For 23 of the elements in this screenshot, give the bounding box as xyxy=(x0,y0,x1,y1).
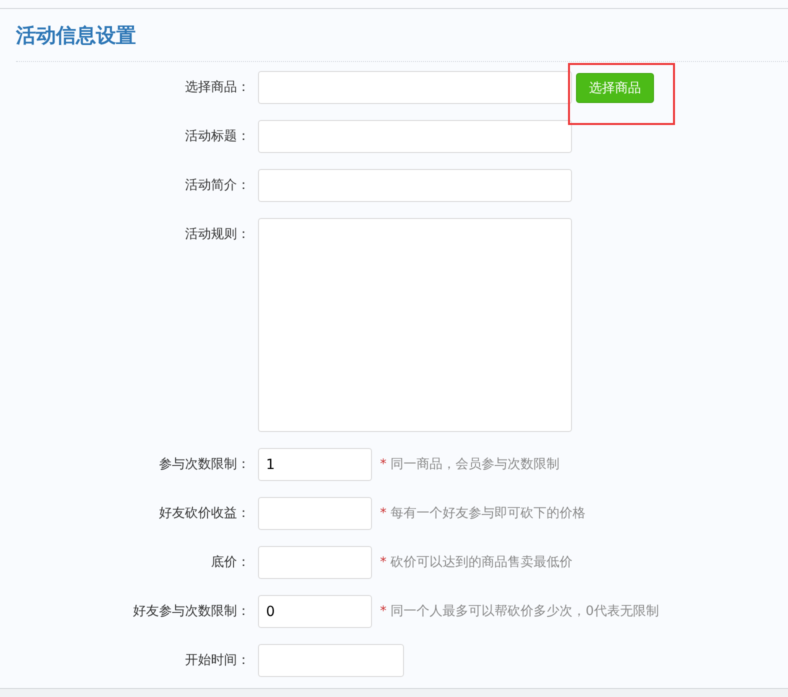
field-label: 好友砍价收益： xyxy=(158,505,251,523)
hint-text: * 同一商品，会员参与次数限制 xyxy=(380,456,560,474)
input-field[interactable] xyxy=(258,71,572,104)
hint-text: * 每有一个好友参与即可砍下的价格 xyxy=(380,505,586,523)
input-field[interactable] xyxy=(258,497,372,530)
input-field[interactable] xyxy=(258,169,572,202)
input-field[interactable] xyxy=(258,644,404,677)
field-label: 活动规则： xyxy=(184,226,251,244)
field-label: 活动简介： xyxy=(184,177,251,195)
input-field[interactable]: 1 xyxy=(258,448,372,481)
section-title: 活动信息设置 xyxy=(16,22,136,48)
hint-text: * 同一个人最多可以帮砍价多少次，0代表无限制 xyxy=(380,603,659,621)
field-label: 好友参与次数限制： xyxy=(132,603,251,621)
text-area[interactable] xyxy=(258,218,572,432)
field-label: 活动标题： xyxy=(184,128,251,146)
field-label: 参与次数限制： xyxy=(158,456,251,474)
field-label: 底价： xyxy=(210,554,251,572)
input-field[interactable]: 0 xyxy=(258,595,372,628)
field-label: 开始时间： xyxy=(184,652,251,670)
field-label: 选择商品： xyxy=(184,79,251,97)
hint-text: * 砍价可以达到的商品售卖最低价 xyxy=(380,554,573,572)
input-field[interactable] xyxy=(258,546,372,579)
input-field[interactable] xyxy=(258,120,572,153)
